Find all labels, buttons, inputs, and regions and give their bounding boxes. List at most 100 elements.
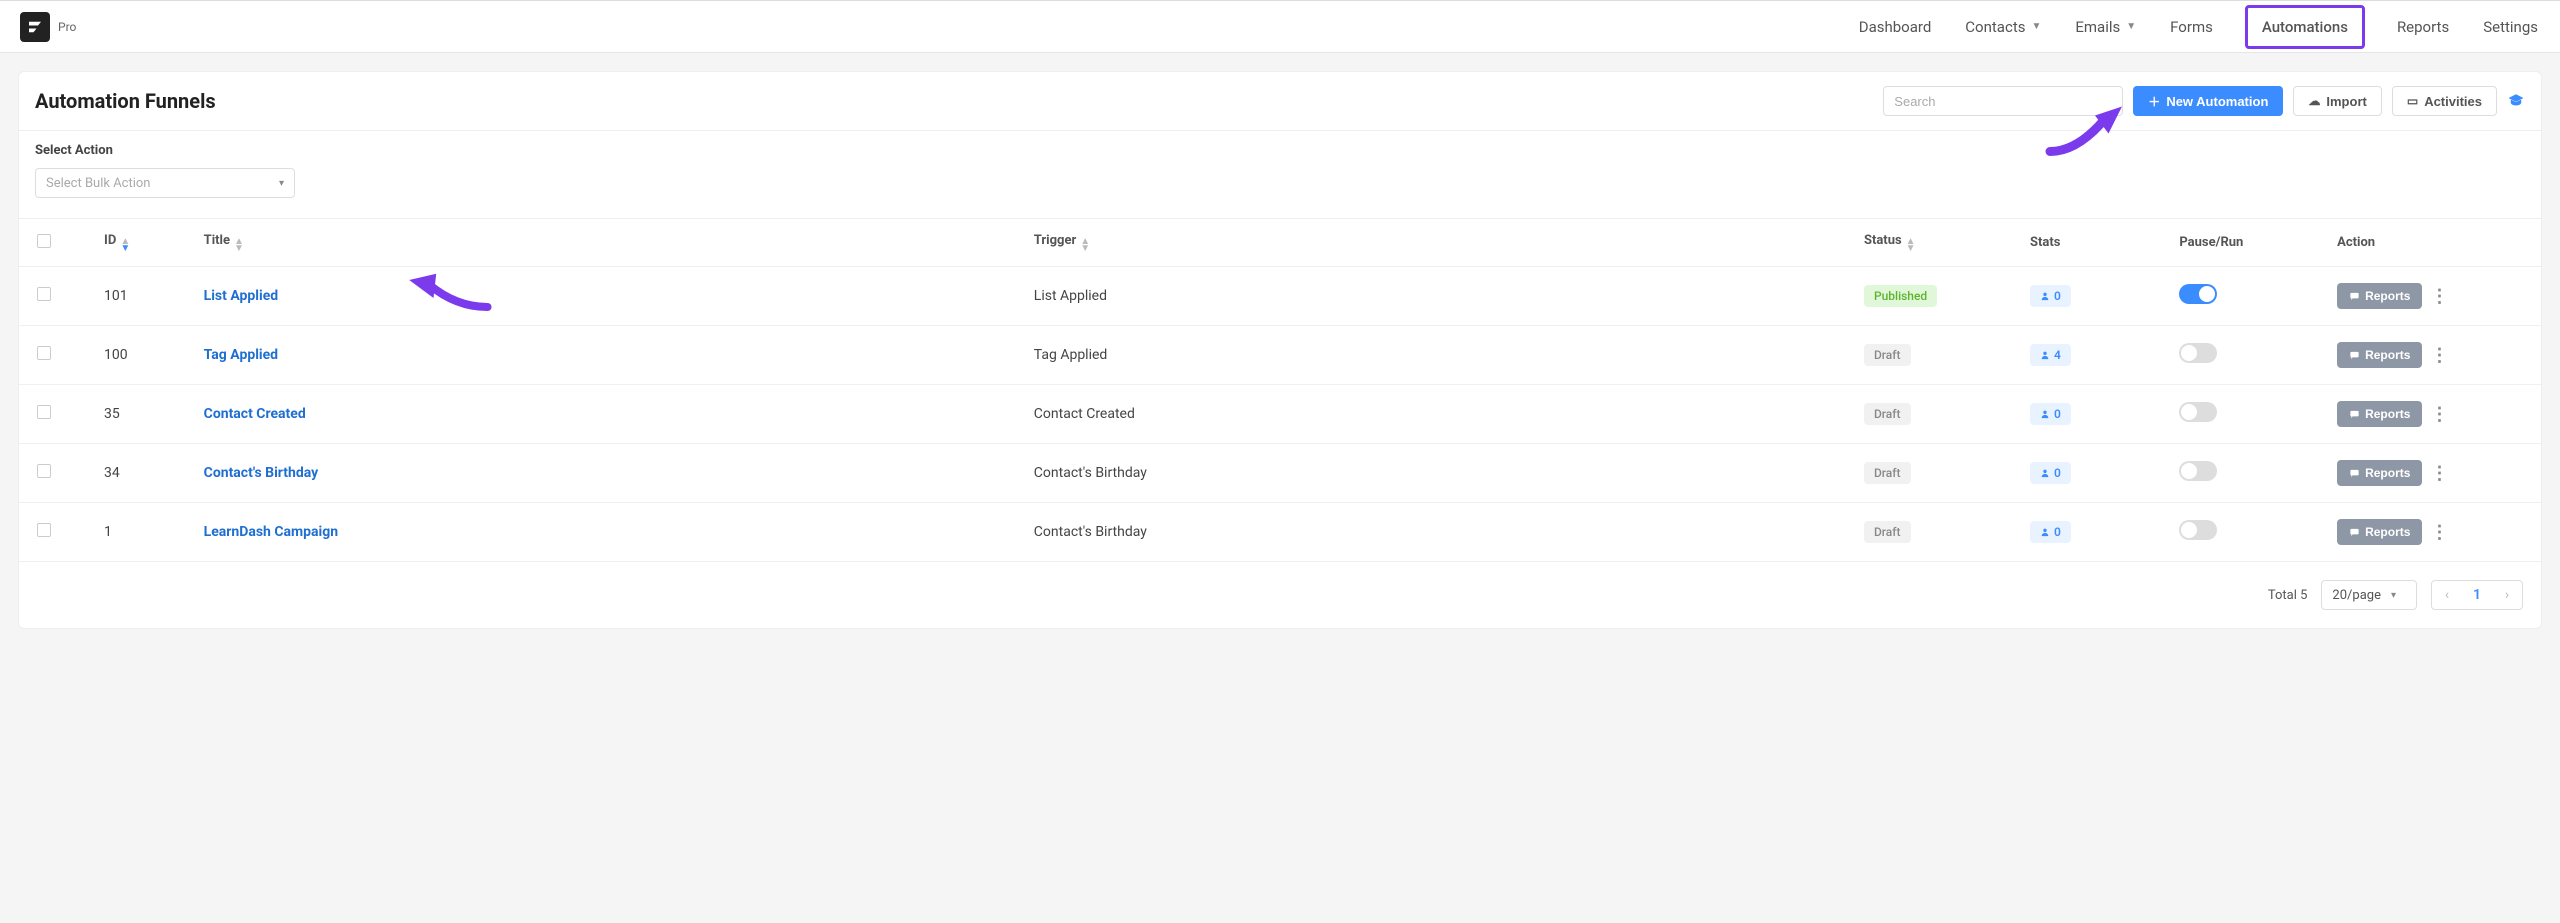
chat-icon <box>2349 409 2360 420</box>
nav-contacts[interactable]: Contacts ▼ <box>1963 4 2043 50</box>
stats-count: 0 <box>2054 289 2061 303</box>
chat-icon <box>2349 350 2360 361</box>
row-trigger: Contact Created <box>1022 385 1852 444</box>
row-reports-button[interactable]: Reports <box>2337 283 2422 309</box>
stats-count: 0 <box>2054 525 2061 539</box>
automations-table: ID▲▼ Title▲▼ Trigger▲▼ Status▲▼ Stats Pa… <box>19 218 2541 562</box>
pause-run-toggle[interactable] <box>2179 402 2217 422</box>
stats-count: 4 <box>2054 348 2061 362</box>
row-checkbox[interactable] <box>37 346 51 360</box>
sort-icon[interactable]: ▲▼ <box>234 238 244 252</box>
row-title-link[interactable]: List Applied <box>204 288 278 304</box>
row-reports-button[interactable]: Reports <box>2337 342 2422 368</box>
chevron-down-icon: ▼ <box>2031 21 2041 32</box>
row-title-link[interactable]: Tag Applied <box>204 347 278 363</box>
row-trigger: List Applied <box>1022 267 1852 326</box>
col-status-label[interactable]: Status <box>1864 233 1902 248</box>
select-all-checkbox[interactable] <box>37 234 51 248</box>
row-id: 34 <box>92 444 192 503</box>
pause-run-toggle[interactable] <box>2179 343 2217 363</box>
nav-automations[interactable]: Automations <box>2245 5 2365 49</box>
pagination-per-page-label: 20/page <box>2332 588 2381 603</box>
table-row: 101List AppliedList AppliedPublished0Rep… <box>19 267 2541 326</box>
pagination-total: Total 5 <box>2268 588 2308 603</box>
row-reports-label: Reports <box>2365 289 2410 303</box>
row-reports-button[interactable]: Reports <box>2337 460 2422 486</box>
sort-icon[interactable]: ▲▼ <box>1080 238 1090 252</box>
row-reports-label: Reports <box>2365 466 2410 480</box>
nav-forms-label: Forms <box>2170 18 2213 36</box>
brand: Pro <box>20 12 76 42</box>
row-trigger: Tag Applied <box>1022 326 1852 385</box>
stats-chip[interactable]: 4 <box>2030 344 2071 366</box>
bulk-action-select[interactable]: Select Bulk Action ▾ <box>35 168 295 198</box>
col-id-label[interactable]: ID <box>104 233 116 248</box>
plus-icon: ＋ <box>2148 93 2160 110</box>
row-more-menu[interactable]: ⋮ <box>2430 522 2448 543</box>
stats-chip[interactable]: 0 <box>2030 285 2071 307</box>
status-badge: Draft <box>1864 403 1911 425</box>
row-more-menu[interactable]: ⋮ <box>2430 463 2448 484</box>
row-reports-label: Reports <box>2365 525 2410 539</box>
sort-icon[interactable]: ▲▼ <box>1906 238 1916 252</box>
pagination-prev[interactable]: ‹ <box>2432 587 2462 603</box>
nav-emails[interactable]: Emails▼ <box>2073 4 2138 50</box>
row-more-menu[interactable]: ⋮ <box>2430 286 2448 307</box>
nav-forms[interactable]: Forms <box>2168 4 2215 50</box>
bulk-action-row: Select Action Select Bulk Action ▾ <box>19 131 2541 218</box>
table-row: 35Contact CreatedContact CreatedDraft0Re… <box>19 385 2541 444</box>
top-bar: Pro Dashboard Contacts ▼ Emails▼ Forms Au… <box>0 0 2560 53</box>
row-checkbox[interactable] <box>37 287 51 301</box>
nav-reports-label: Reports <box>2397 18 2449 36</box>
row-more-menu[interactable]: ⋮ <box>2430 404 2448 425</box>
row-id: 100 <box>92 326 192 385</box>
sort-icon[interactable]: ▲▼ <box>120 238 130 252</box>
pagination-per-page-select[interactable]: 20/page ▾ <box>2321 580 2417 610</box>
pagination-page-number[interactable]: 1 <box>2462 587 2492 603</box>
page-title: Automation Funnels <box>35 89 216 113</box>
row-checkbox[interactable] <box>37 464 51 478</box>
row-reports-button[interactable]: Reports <box>2337 401 2422 427</box>
chevron-down-icon: ▼ <box>2126 21 2136 32</box>
pagination-next[interactable]: › <box>2492 587 2522 603</box>
row-more-menu[interactable]: ⋮ <box>2430 345 2448 366</box>
import-label: Import <box>2326 94 2366 109</box>
row-checkbox[interactable] <box>37 405 51 419</box>
new-automation-button[interactable]: ＋ New Automation <box>2133 86 2283 116</box>
chevron-down-icon: ▾ <box>279 178 284 189</box>
row-title-link[interactable]: Contact's Birthday <box>204 465 319 481</box>
col-trigger-label[interactable]: Trigger <box>1034 233 1076 248</box>
new-automation-label: New Automation <box>2166 94 2268 109</box>
brand-logo <box>20 12 50 42</box>
row-checkbox[interactable] <box>37 523 51 537</box>
nav-settings[interactable]: Settings <box>2481 4 2540 50</box>
stats-chip[interactable]: 0 <box>2030 462 2071 484</box>
activities-button[interactable]: ▭ Activities <box>2392 86 2497 116</box>
pause-run-toggle[interactable] <box>2179 461 2217 481</box>
cloud-upload-icon: ☁ <box>2308 94 2320 108</box>
status-badge: Draft <box>1864 521 1911 543</box>
search-input[interactable] <box>1883 86 2123 116</box>
nav-contacts-label: Contacts <box>1965 18 2025 36</box>
row-title-link[interactable]: LearnDash Campaign <box>204 524 338 540</box>
table-row: 34Contact's BirthdayContact's BirthdayDr… <box>19 444 2541 503</box>
person-icon <box>2040 409 2050 419</box>
graduation-cap-icon[interactable] <box>2507 92 2525 110</box>
main-panel: Automation Funnels ＋ New Automation ☁ Im… <box>18 71 2542 629</box>
chevron-down-icon: ▾ <box>2391 590 2396 601</box>
pause-run-toggle[interactable] <box>2179 284 2217 304</box>
person-icon <box>2040 350 2050 360</box>
pause-run-toggle[interactable] <box>2179 520 2217 540</box>
nav-dashboard[interactable]: Dashboard <box>1857 4 1934 50</box>
stats-count: 0 <box>2054 407 2061 421</box>
stats-chip[interactable]: 0 <box>2030 521 2071 543</box>
top-nav: Dashboard Contacts ▼ Emails▼ Forms Automa… <box>1857 4 2540 50</box>
import-button[interactable]: ☁ Import <box>2293 86 2381 116</box>
row-title-link[interactable]: Contact Created <box>204 406 306 422</box>
nav-automations-label: Automations <box>2262 18 2348 36</box>
row-reports-label: Reports <box>2365 407 2410 421</box>
row-reports-button[interactable]: Reports <box>2337 519 2422 545</box>
col-title-label[interactable]: Title <box>204 233 230 248</box>
nav-reports[interactable]: Reports <box>2395 4 2451 50</box>
stats-chip[interactable]: 0 <box>2030 403 2071 425</box>
